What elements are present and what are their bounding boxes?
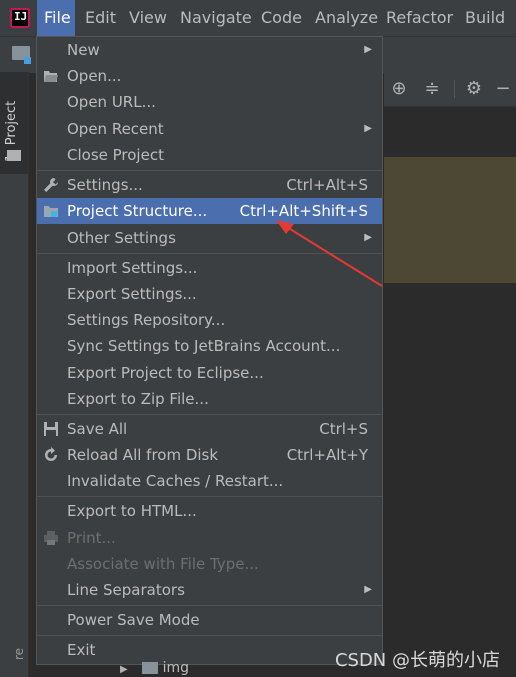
- module-badge-icon: [24, 57, 31, 64]
- toolbar-divider: [454, 80, 455, 98]
- menubar: IJ File Edit View Navigate Code Analyze …: [0, 0, 516, 36]
- menu-separator: [37, 170, 382, 171]
- reload-icon: [45, 447, 57, 461]
- tree-row-img[interactable]: ▶ img: [120, 660, 189, 677]
- menu-item-export-html[interactable]: Export to HTML...: [37, 498, 382, 524]
- menu-file[interactable]: File: [37, 0, 75, 36]
- menu-build[interactable]: Build: [465, 0, 505, 36]
- folder-icon: [7, 150, 21, 161]
- menu-refactor[interactable]: Refactor: [386, 0, 453, 36]
- menu-item-close-project[interactable]: Close Project: [37, 142, 382, 168]
- menu-item-settings[interactable]: Settings... Ctrl+Alt+S: [37, 172, 382, 198]
- project-structure-icon: [44, 206, 58, 217]
- menu-item-new[interactable]: New ▶: [37, 37, 382, 63]
- intellij-logo-icon: IJ: [10, 8, 30, 28]
- project-panel-toolbar: ⊕ ≑ ⚙ −: [384, 72, 516, 107]
- expand-arrow-icon[interactable]: ▶: [120, 664, 128, 675]
- file-menu-dropdown: New ▶ Open... Open URL... Open Recent ▶ …: [36, 36, 383, 665]
- printer-icon: [44, 531, 58, 545]
- submenu-arrow-icon: ▶: [364, 44, 372, 55]
- folder-icon: [142, 662, 159, 674]
- wrench-icon: [44, 178, 58, 192]
- structure-tab-label[interactable]: re: [12, 648, 26, 660]
- project-tool-tab[interactable]: 1: Project: [0, 72, 28, 174]
- gear-icon[interactable]: ⚙: [463, 78, 485, 100]
- submenu-arrow-icon: ▶: [364, 584, 372, 595]
- menu-navigate[interactable]: Navigate: [180, 0, 252, 36]
- menu-item-print: Print...: [37, 525, 382, 551]
- open-folder-icon: [44, 71, 58, 82]
- menu-item-associate-file-type: Associate with File Type...: [67, 555, 259, 573]
- menu-edit[interactable]: Edit: [85, 0, 116, 36]
- locate-target-icon[interactable]: ⊕: [388, 78, 410, 100]
- menu-item-reload[interactable]: Reload All from Disk Ctrl+Alt+Y: [37, 442, 382, 468]
- submenu-arrow-icon: ▶: [364, 123, 372, 134]
- menu-item-line-separators[interactable]: Line Separators ▶: [37, 577, 382, 603]
- menu-item-power-save[interactable]: Power Save Mode: [37, 607, 382, 633]
- minimize-icon[interactable]: −: [492, 78, 514, 100]
- editor-highlight-area: [384, 157, 516, 283]
- collapse-all-icon[interactable]: ≑: [421, 78, 443, 100]
- tree-label: img: [162, 660, 190, 676]
- menu-item-exit[interactable]: Exit: [37, 637, 382, 663]
- menu-view[interactable]: View: [129, 0, 167, 36]
- menu-item-export-eclipse[interactable]: Export Project to Eclipse...: [37, 360, 382, 386]
- watermark: CSDN @长萌的小店: [334, 650, 500, 671]
- menu-separator: [37, 635, 382, 636]
- menu-separator: [37, 496, 382, 497]
- left-tool-strip: 1: Project: [0, 72, 29, 677]
- menu-item-save-all[interactable]: Save All Ctrl+S: [37, 416, 382, 442]
- menu-separator: [37, 414, 382, 415]
- menu-item-settings-repository[interactable]: Settings Repository...: [37, 307, 382, 333]
- menu-item-export-zip[interactable]: Export to Zip File...: [37, 386, 382, 412]
- menu-separator: [37, 605, 382, 606]
- menu-item-open-recent[interactable]: Open Recent ▶: [37, 116, 382, 142]
- menu-analyze[interactable]: Analyze: [315, 0, 378, 36]
- save-icon: [44, 422, 58, 436]
- annotation-arrow: [276, 220, 383, 287]
- menu-code[interactable]: Code: [261, 0, 302, 36]
- menu-item-open-url[interactable]: Open URL...: [37, 89, 382, 115]
- menu-item-open[interactable]: Open...: [37, 63, 382, 89]
- menu-item-invalidate-caches[interactable]: Invalidate Caches / Restart...: [37, 468, 382, 494]
- menu-item-sync-settings[interactable]: Sync Settings to JetBrains Account...: [37, 333, 382, 359]
